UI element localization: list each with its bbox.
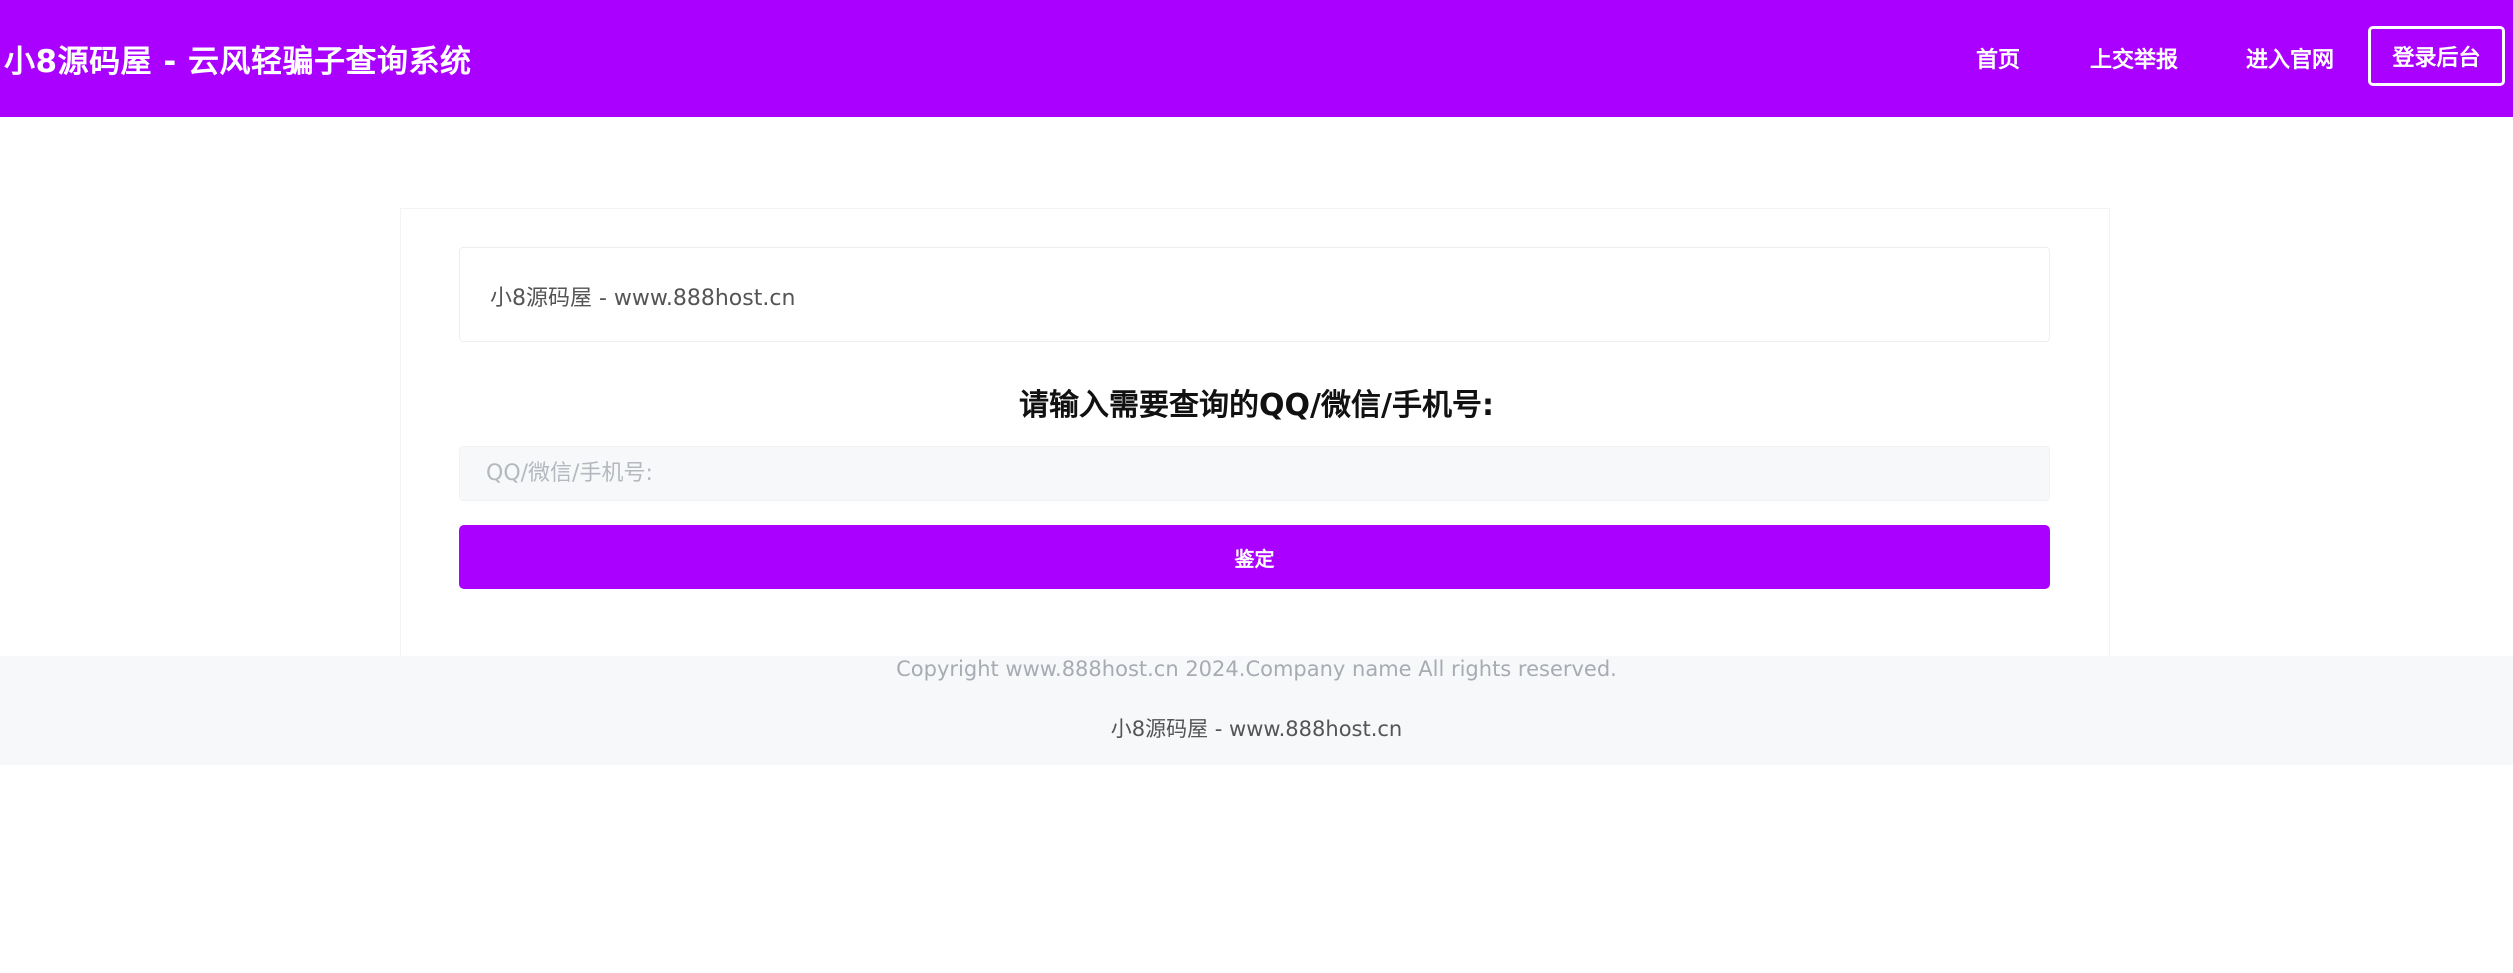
footer-brand-text: 小8源码屋 - www.888host.cn <box>1110 717 1403 741</box>
identify-button[interactable]: 鉴定 <box>459 525 2050 589</box>
login-admin-button[interactable]: 登录后台 <box>2368 26 2505 86</box>
nav-link-official-site[interactable]: 进入官网 <box>2246 42 2334 74</box>
query-heading: 请输入需要查询的QQ/微信/手机号: <box>1019 388 1494 423</box>
notice-box: 小8源码屋 - www.888host.cn <box>459 247 2050 342</box>
notice-text: 小8源码屋 - www.888host.cn <box>490 286 796 311</box>
nav-link-report[interactable]: 上交举报 <box>2090 42 2178 74</box>
search-input[interactable] <box>459 446 2050 501</box>
copyright-text: Copyright www.888host.cn 2024.Company na… <box>896 657 1617 681</box>
site-title[interactable]: 小8源码屋 - 云风轻骗子查询系统 <box>4 36 472 81</box>
nav-link-home[interactable]: 首页 <box>1976 42 2020 74</box>
top-navbar: 小8源码屋 - 云风轻骗子查询系统 首页 上交举报 进入官网 登录后台 <box>0 0 2513 117</box>
